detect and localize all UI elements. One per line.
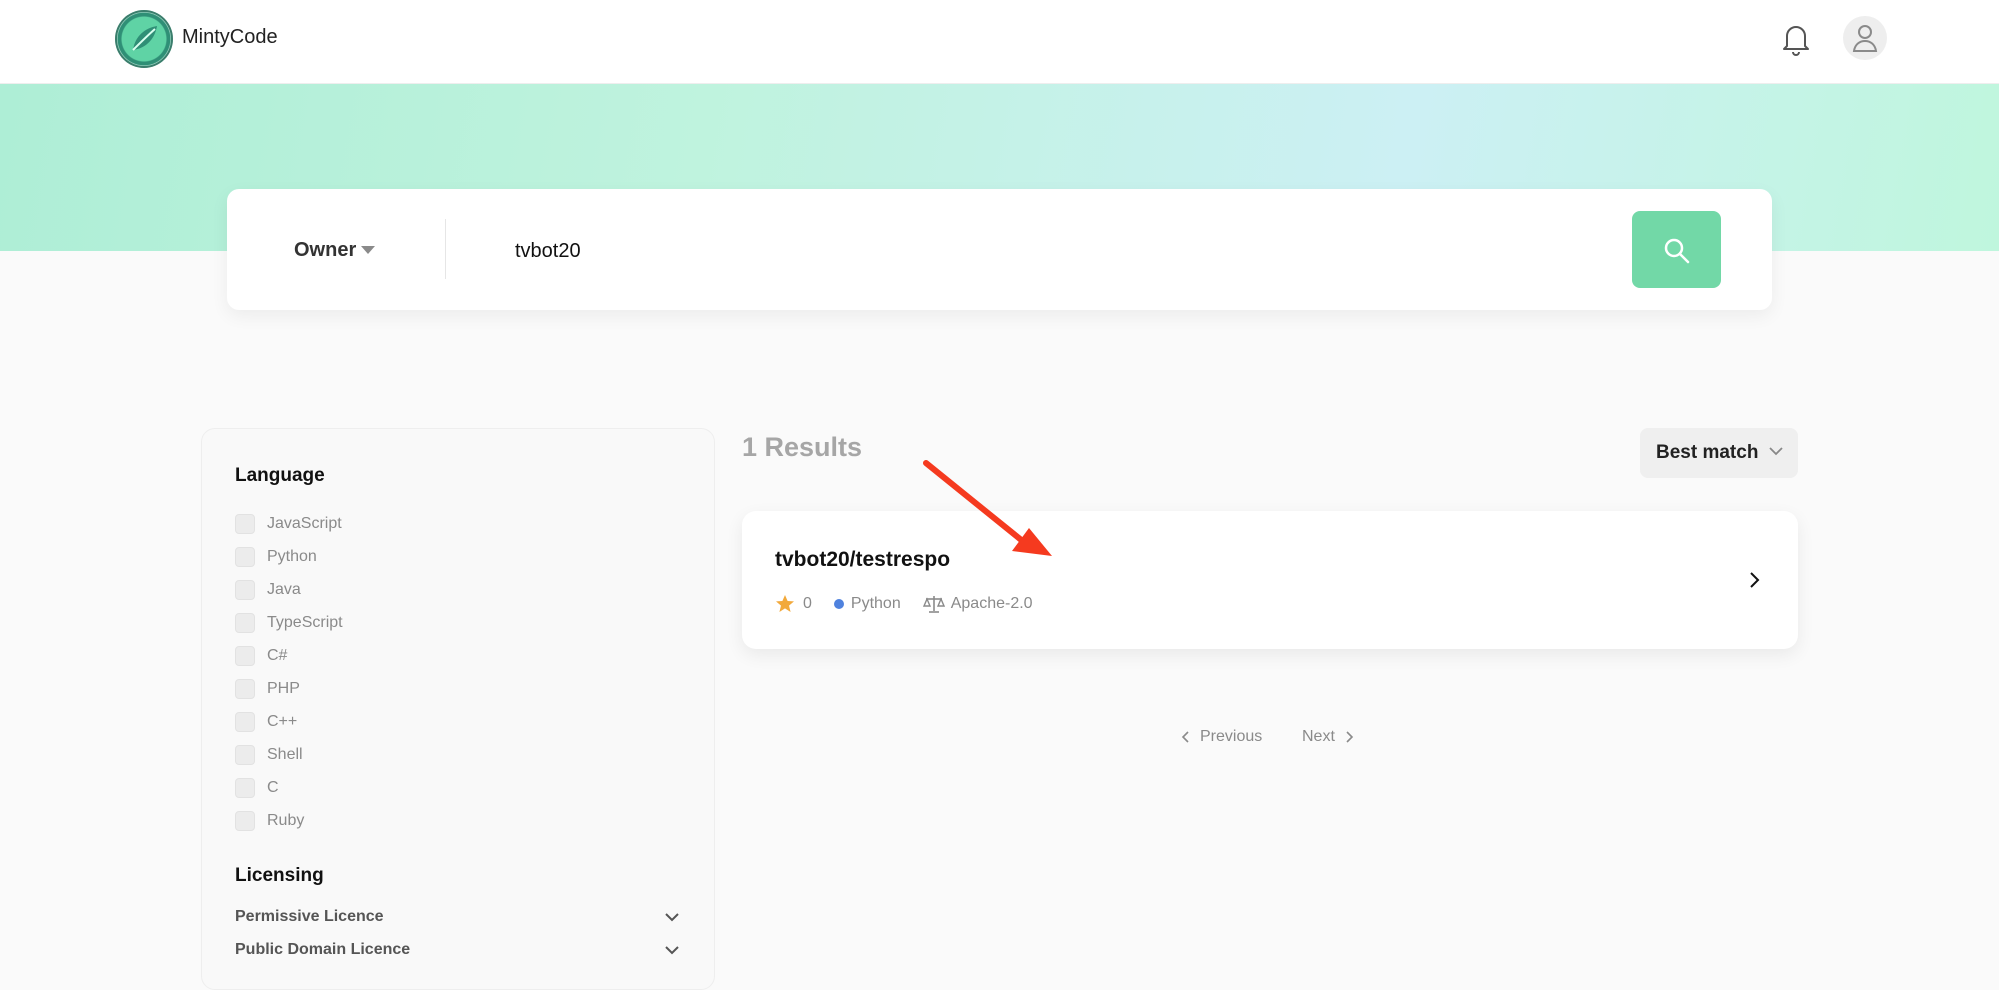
pagination-next-label: Next	[1302, 728, 1335, 745]
search-scope-dropdown[interactable]: Owner	[294, 239, 356, 262]
license-scale-icon	[922, 596, 945, 613]
chevron-down-icon[interactable]	[664, 945, 680, 955]
chevron-down-icon	[1769, 447, 1783, 456]
language-option-javascript[interactable]: JavaScript	[235, 512, 342, 536]
sort-label: Best match	[1656, 442, 1759, 463]
user-avatar-icon[interactable]	[1843, 16, 1887, 60]
result-card[interactable]: tvbot20/testrespo 0 Python Apache-2.0	[742, 511, 1798, 649]
chevron-down-icon[interactable]	[664, 912, 680, 922]
licence-group-label: Permissive Licence	[235, 908, 384, 925]
language-option-label: Ruby	[267, 812, 305, 829]
bell-icon[interactable]	[1781, 22, 1811, 56]
chevron-right-icon	[1346, 731, 1354, 743]
filters-sidebar: Language JavaScript Python Java TypeScri…	[201, 428, 715, 990]
language-option-ruby[interactable]: Ruby	[235, 809, 304, 833]
language-option-php[interactable]: PHP	[235, 677, 300, 701]
language-option-typescript[interactable]: TypeScript	[235, 611, 343, 635]
language-option-label: C#	[267, 647, 288, 664]
checkbox[interactable]	[235, 778, 255, 798]
language-option-csharp[interactable]: C#	[235, 644, 287, 668]
language-option-label: C	[267, 779, 279, 796]
chevron-left-icon	[1181, 731, 1189, 743]
checkbox[interactable]	[235, 547, 255, 567]
results-count: 1 Results	[742, 432, 863, 462]
licence-group-permissive[interactable]: Permissive Licence	[235, 908, 680, 932]
language-option-label: C++	[267, 713, 298, 730]
star-count: 0	[803, 595, 812, 612]
language-option-c[interactable]: C	[235, 776, 279, 800]
checkbox[interactable]	[235, 745, 255, 765]
licence-group-label: Public Domain Licence	[235, 941, 411, 958]
pagination-next[interactable]: Next	[1302, 728, 1354, 746]
top-navigation-bar: MintyCode	[0, 0, 1999, 84]
star-icon	[776, 595, 794, 612]
leaf-logo-icon[interactable]	[115, 10, 173, 68]
language-filter-heading: Language	[235, 465, 325, 486]
language-option-label: Shell	[267, 746, 303, 763]
repository-language: Python	[850, 595, 901, 612]
caret-down-icon[interactable]	[361, 246, 375, 254]
divider	[445, 219, 446, 279]
brand-name[interactable]: MintyCode	[182, 26, 278, 49]
checkbox[interactable]	[235, 580, 255, 600]
search-input[interactable]	[513, 233, 1517, 269]
checkbox[interactable]	[235, 679, 255, 699]
language-color-dot	[833, 599, 844, 609]
pagination-previous-label: Previous	[1200, 728, 1263, 745]
search-button[interactable]	[1632, 211, 1721, 288]
repository-meta: 0 Python Apache-2.0	[775, 593, 1033, 615]
language-option-python[interactable]: Python	[235, 545, 317, 569]
language-option-label: TypeScript	[267, 614, 343, 631]
pagination-previous[interactable]: Previous	[1181, 728, 1262, 746]
licence-group-public-domain[interactable]: Public Domain Licence	[235, 941, 680, 965]
search-icon	[1664, 238, 1690, 264]
repository-license: Apache-2.0	[950, 595, 1033, 612]
language-option-cpp[interactable]: C++	[235, 710, 297, 734]
checkbox[interactable]	[235, 514, 255, 534]
sort-dropdown[interactable]: Best match	[1640, 428, 1798, 478]
chevron-right-icon[interactable]	[1748, 571, 1760, 589]
language-option-shell[interactable]: Shell	[235, 743, 303, 767]
checkbox[interactable]	[235, 811, 255, 831]
checkbox[interactable]	[235, 646, 255, 666]
language-option-label: JavaScript	[267, 515, 342, 532]
licensing-filter-heading: Licensing	[235, 865, 324, 886]
annotation-arrow	[923, 460, 1052, 556]
search-panel: Owner	[227, 189, 1772, 310]
checkbox[interactable]	[235, 712, 255, 732]
language-option-label: Python	[267, 548, 317, 565]
language-option-label: PHP	[267, 680, 300, 697]
language-option-label: Java	[267, 581, 301, 598]
checkbox[interactable]	[235, 613, 255, 633]
language-option-java[interactable]: Java	[235, 578, 301, 602]
